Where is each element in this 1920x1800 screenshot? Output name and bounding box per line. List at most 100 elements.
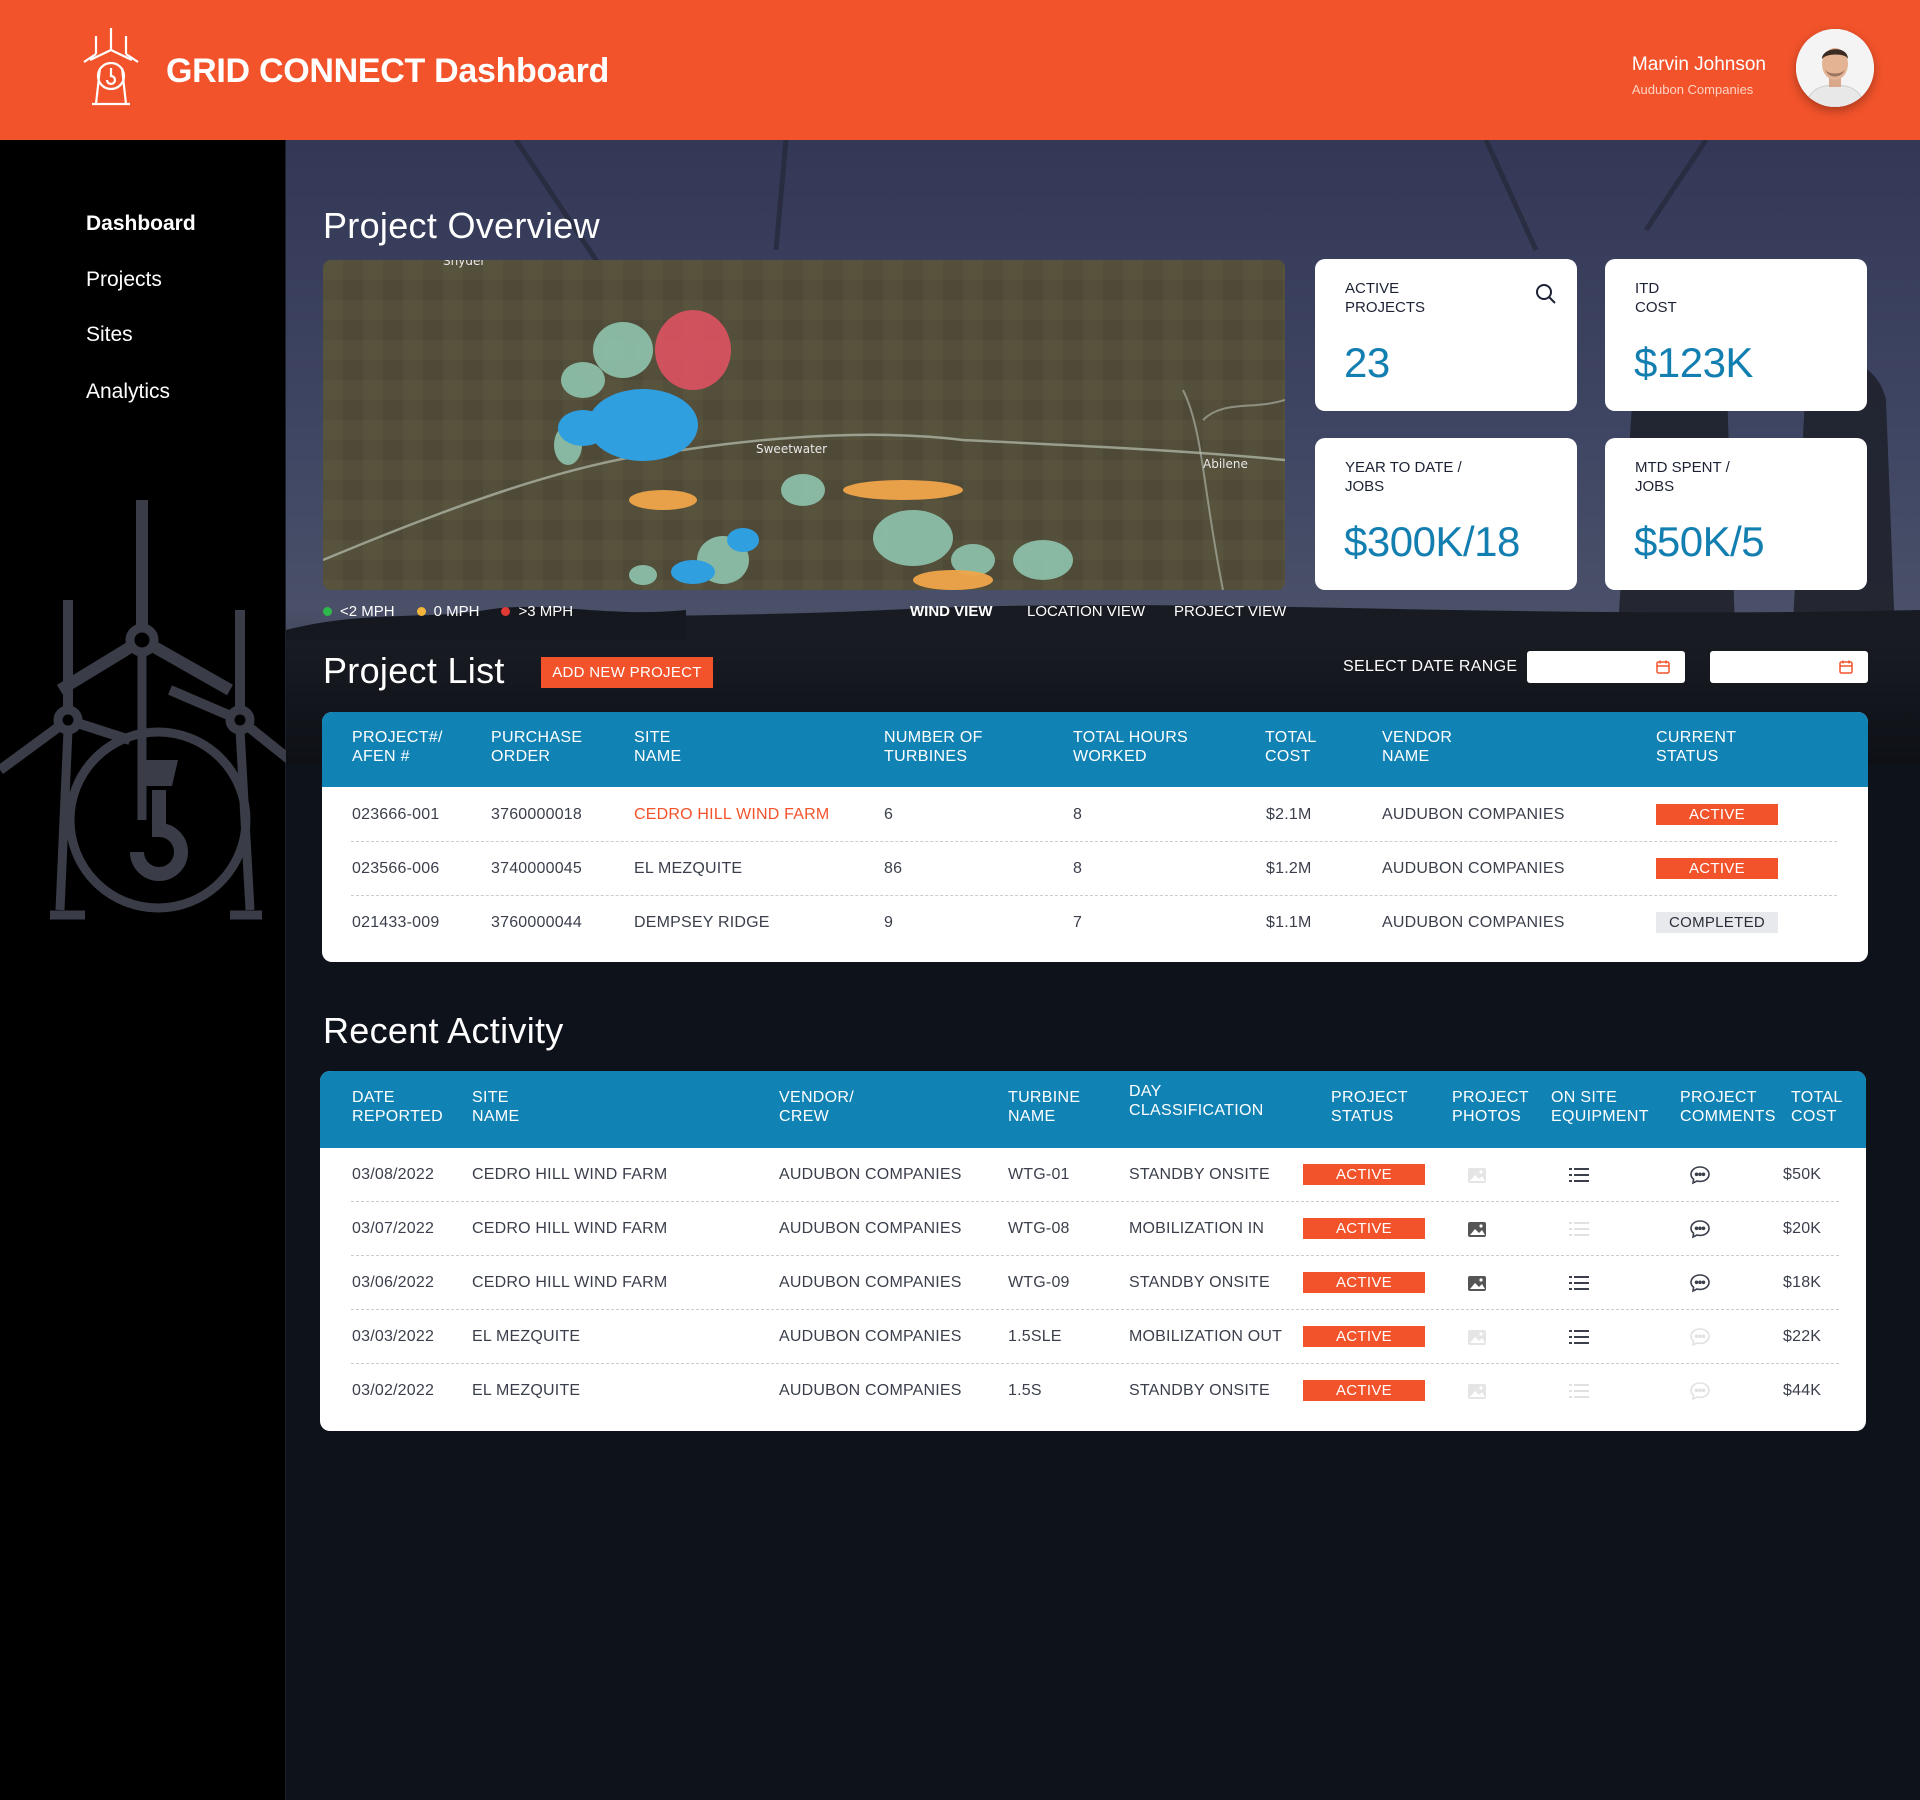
calendar-icon[interactable] <box>1838 659 1854 675</box>
comment-icon[interactable] <box>1688 1379 1712 1403</box>
sidebar-item-projects[interactable]: Projects <box>86 268 162 292</box>
photo-icon[interactable] <box>1465 1163 1489 1187</box>
list-icon[interactable] <box>1567 1325 1591 1349</box>
vendor-cell: AUDUBON COMPANIES <box>779 1382 962 1399</box>
table-row[interactable]: 023566-006 3740000045 EL MEZQUITE 86 8 $… <box>351 842 1837 896</box>
vendor-cell: AUDUBON COMPANIES <box>1382 914 1565 931</box>
photo-icon[interactable] <box>1465 1271 1489 1295</box>
table-row[interactable]: 03/08/2022 CEDRO HILL WIND FARM AUDUBON … <box>351 1148 1839 1202</box>
column-header[interactable]: SITE NAME <box>472 1088 519 1126</box>
date-range-label: SELECT DATE RANGE <box>1343 658 1518 675</box>
kpi-ytd-jobs[interactable]: YEAR TO DATE / JOBS $300K/18 <box>1315 438 1577 590</box>
legend-item-zero: 0 MPH <box>416 603 479 620</box>
sidebar-item-dashboard[interactable]: Dashboard <box>86 212 196 236</box>
po-cell: 3740000045 <box>491 860 582 877</box>
map-label-town1: Snyder <box>443 260 485 268</box>
kpi-active-projects[interactable]: ACTIVE PROJECTS 23 <box>1315 259 1577 411</box>
column-header[interactable]: PROJECT PHOTOS <box>1452 1088 1529 1126</box>
date-start-input[interactable] <box>1527 651 1685 683</box>
tab-location-view[interactable]: LOCATION VIEW <box>1027 603 1145 620</box>
status-badge: ACTIVE <box>1656 804 1778 825</box>
list-icon[interactable] <box>1567 1163 1591 1187</box>
classification-cell: STANDBY ONSITE <box>1129 1382 1270 1399</box>
column-header[interactable]: SITE NAME <box>634 728 681 766</box>
table-row[interactable]: 03/06/2022 CEDRO HILL WIND FARM AUDUBON … <box>351 1256 1839 1310</box>
column-header[interactable]: TOTAL COST <box>1791 1088 1843 1126</box>
cost-cell: $22K <box>1783 1328 1822 1345</box>
legend-label: >3 MPH <box>518 603 574 620</box>
map-label-town2: Sweetwater <box>756 442 827 456</box>
comment-icon[interactable] <box>1688 1325 1712 1349</box>
site-cell: CEDRO HILL WIND FARM <box>472 1220 668 1237</box>
column-header[interactable]: PURCHASE ORDER <box>491 728 582 766</box>
comment-icon[interactable] <box>1688 1217 1712 1241</box>
kpi-label: YEAR TO DATE / JOBS <box>1345 459 1462 495</box>
user-info[interactable]: Marvin Johnson Audubon Companies <box>1632 54 1766 97</box>
table-row[interactable]: 03/07/2022 CEDRO HILL WIND FARM AUDUBON … <box>351 1202 1839 1256</box>
map-canvas-icon: Snyder Sweetwater Abilene <box>323 260 1285 590</box>
list-icon[interactable] <box>1567 1217 1591 1241</box>
project-list-table: PROJECT#/AFEN # PURCHASE ORDER SITE NAME N… <box>322 712 1868 962</box>
column-header[interactable]: NUMBER OF TURBINES <box>884 728 983 766</box>
column-header[interactable]: TOTAL COST <box>1265 728 1317 766</box>
column-header[interactable]: VENDOR NAME <box>1382 728 1452 766</box>
legend-red-dot-icon <box>501 607 511 616</box>
column-header[interactable]: ON SITE EQUIPMENT <box>1551 1088 1649 1126</box>
tab-wind-view[interactable]: WIND VIEW <box>910 603 993 620</box>
turbine-cell: 1.5S <box>1008 1382 1042 1399</box>
site-cell: EL MEZQUITE <box>634 860 743 877</box>
po-cell: 3760000044 <box>491 914 582 931</box>
date-cell: 03/07/2022 <box>352 1220 435 1237</box>
hours-cell: 8 <box>1073 860 1083 877</box>
column-header[interactable]: PROJECT#/AFEN # <box>352 728 443 766</box>
turbine-cell: WTG-01 <box>1008 1166 1070 1183</box>
legend-item-fast: >3 MPH <box>501 603 573 620</box>
column-header[interactable]: TURBINE NAME <box>1008 1088 1080 1126</box>
cost-cell: $44K <box>1783 1382 1822 1399</box>
hours-cell: 7 <box>1073 914 1083 931</box>
column-header[interactable]: DAY CLASSIFICATION <box>1129 1082 1264 1120</box>
vendor-cell: AUDUBON COMPANIES <box>1382 860 1565 877</box>
column-header[interactable]: DATE REPORTED <box>352 1088 443 1126</box>
status-badge: ACTIVE <box>1303 1326 1425 1347</box>
table-row[interactable]: 021433-009 3760000044 DEMPSEY RIDGE 9 7 … <box>351 896 1837 950</box>
kpi-itd-cost[interactable]: ITD COST $123K <box>1605 259 1867 411</box>
site-link[interactable]: CEDRO HILL WIND FARM <box>634 806 829 824</box>
column-header[interactable]: VENDOR/CREW <box>779 1088 854 1126</box>
po-cell: 3760000018 <box>491 806 582 823</box>
wind-turbine-logo-icon[interactable] <box>76 24 146 106</box>
calendar-icon[interactable] <box>1655 659 1671 675</box>
column-header[interactable]: PROJECT STATUS <box>1331 1088 1408 1126</box>
list-icon[interactable] <box>1567 1379 1591 1403</box>
date-end-input[interactable] <box>1710 651 1868 683</box>
table-row[interactable]: 03/03/2022 EL MEZQUITE AUDUBON COMPANIES… <box>351 1310 1839 1364</box>
column-header[interactable]: CURRENT STATUS <box>1656 728 1736 766</box>
list-icon[interactable] <box>1567 1271 1591 1295</box>
table-row[interactable]: 03/02/2022 EL MEZQUITE AUDUBON COMPANIES… <box>351 1364 1839 1418</box>
sidebar-item-sites[interactable]: Sites <box>86 323 133 347</box>
status-badge: ACTIVE <box>1303 1380 1425 1401</box>
photo-icon[interactable] <box>1465 1325 1489 1349</box>
classification-cell: MOBILIZATION IN <box>1129 1220 1265 1237</box>
site-cell: CEDRO HILL WIND FARM <box>472 1166 668 1183</box>
photo-icon[interactable] <box>1465 1217 1489 1241</box>
kpi-mtd-jobs[interactable]: MTD SPENT / JOBS $50K/5 <box>1605 438 1867 590</box>
sidebar-item-analytics[interactable]: Analytics <box>86 380 170 404</box>
legend-yellow-dot-icon <box>416 607 426 616</box>
wind-map[interactable]: Snyder Sweetwater Abilene <box>323 260 1285 590</box>
kpi-value: $123K <box>1634 339 1753 386</box>
add-new-project-button[interactable]: ADD NEW PROJECT <box>541 657 713 688</box>
cost-cell: $18K <box>1783 1274 1822 1291</box>
photo-icon[interactable] <box>1465 1379 1489 1403</box>
tab-project-view[interactable]: PROJECT VIEW <box>1174 603 1286 620</box>
status-badge: ACTIVE <box>1303 1272 1425 1293</box>
legend-green-dot-icon <box>323 607 332 616</box>
column-header[interactable]: PROJECT COMMENTS <box>1680 1088 1776 1126</box>
comment-icon[interactable] <box>1688 1271 1712 1295</box>
comment-icon[interactable] <box>1688 1163 1712 1187</box>
recent-activity-title: Recent Activity <box>323 1010 564 1051</box>
avatar[interactable] <box>1796 29 1874 107</box>
search-icon[interactable] <box>1535 283 1557 305</box>
column-header[interactable]: TOTAL HOURS WORKED <box>1073 728 1188 766</box>
table-row[interactable]: 023666-001 3760000018 CEDRO HILL WIND FA… <box>351 788 1837 842</box>
